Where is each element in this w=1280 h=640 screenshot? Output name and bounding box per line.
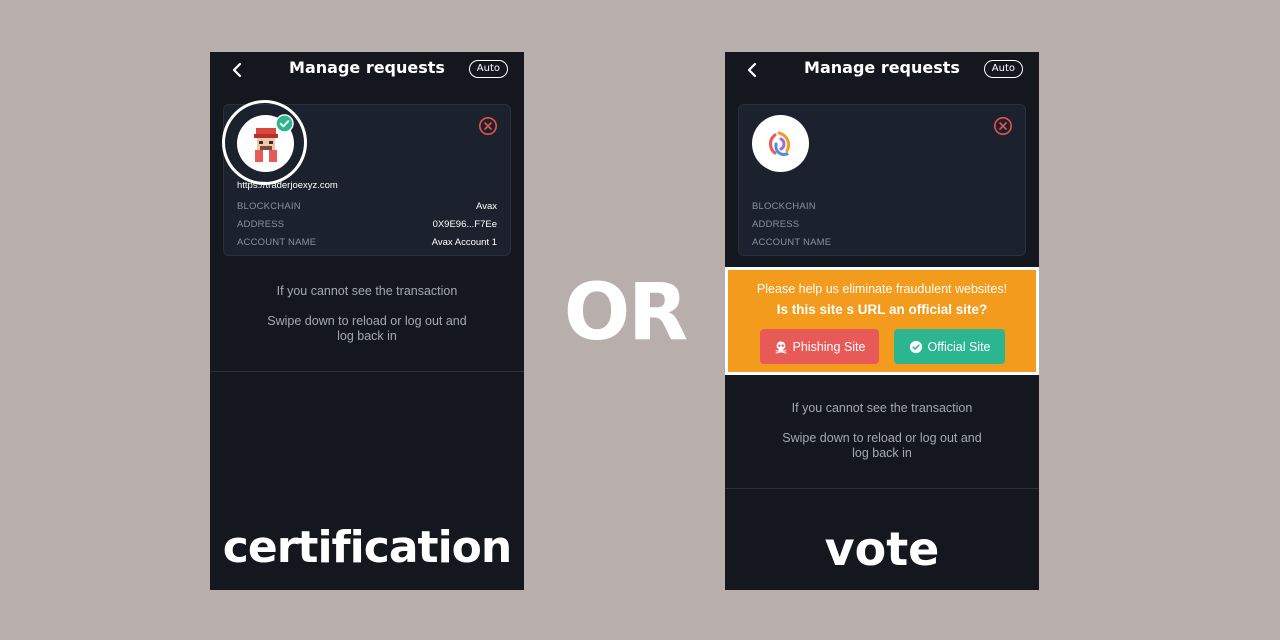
divider xyxy=(725,488,1039,489)
vote-phone-screen: Manage requests Auto BLOCKCHAIN ADDRESS xyxy=(725,52,1039,590)
vote-question: Is this site s URL an official site? xyxy=(776,302,988,317)
header: Manage requests Auto xyxy=(725,52,1039,88)
skull-icon xyxy=(775,340,786,354)
info-row-account-name: ACCOUNT NAME Avax Account 1 xyxy=(237,237,497,251)
info-label: BLOCKCHAIN xyxy=(752,201,816,212)
caption-label: vote xyxy=(824,522,940,576)
site-logo-container xyxy=(752,115,809,172)
info-row-account-name: ACCOUNT NAME xyxy=(752,237,1012,251)
info-row-address: ADDRESS xyxy=(752,219,1012,233)
vote-banner: Please help us eliminate fraudulent webs… xyxy=(725,267,1039,375)
request-card: https://traderjoexyz.com BLOCKCHAIN Avax… xyxy=(222,100,511,256)
close-circle-icon[interactable] xyxy=(478,116,498,136)
certification-highlight-ring xyxy=(222,100,307,185)
official-site-label: Official Site xyxy=(927,339,991,354)
site-url: https://traderjoexyz.com xyxy=(237,180,338,191)
check-circle-icon xyxy=(909,340,922,353)
divider xyxy=(210,371,524,372)
official-site-button[interactable]: Official Site xyxy=(894,329,1005,364)
header: Manage requests Auto xyxy=(210,52,524,88)
request-card: BLOCKCHAIN ADDRESS ACCOUNT NAME xyxy=(738,104,1026,256)
phishing-site-button[interactable]: Phishing Site xyxy=(760,329,879,364)
auto-button[interactable]: Auto xyxy=(983,60,1023,78)
unknown-site-logo xyxy=(752,115,809,172)
info-label: ACCOUNT NAME xyxy=(237,237,317,248)
info-label: ADDRESS xyxy=(752,219,800,230)
info-value: Avax Account 1 xyxy=(431,237,497,248)
info-label: ADDRESS xyxy=(237,219,285,230)
site-logo-icon xyxy=(768,131,790,156)
vote-prompt: Please help us eliminate fraudulent webs… xyxy=(756,282,1008,296)
phishing-site-label: Phishing Site xyxy=(792,339,866,354)
info-value: 0X9E96...F7Ee xyxy=(432,219,497,230)
info-row-address: ADDRESS 0X9E96...F7Ee xyxy=(237,219,497,233)
certification-phone-screen: Manage requests Auto https://traderjoexy… xyxy=(210,52,524,590)
check-badge-icon xyxy=(275,114,294,133)
auto-button[interactable]: Auto xyxy=(468,60,508,78)
help-text-line2: Swipe down to reload or log out and log … xyxy=(782,431,982,460)
close-circle-icon[interactable] xyxy=(993,116,1013,136)
info-row-blockchain: BLOCKCHAIN Avax xyxy=(237,201,497,215)
info-label: BLOCKCHAIN xyxy=(237,201,301,212)
or-separator: OR xyxy=(563,268,688,358)
caption-label: certification xyxy=(222,522,512,573)
help-text-line1: If you cannot see the transaction xyxy=(791,401,973,415)
info-row-blockchain: BLOCKCHAIN xyxy=(752,201,1012,215)
info-value: Avax xyxy=(476,201,497,212)
help-text-line1: If you cannot see the transaction xyxy=(276,284,458,298)
info-label: ACCOUNT NAME xyxy=(752,237,832,248)
help-text-line2: Swipe down to reload or log out and log … xyxy=(267,314,467,343)
